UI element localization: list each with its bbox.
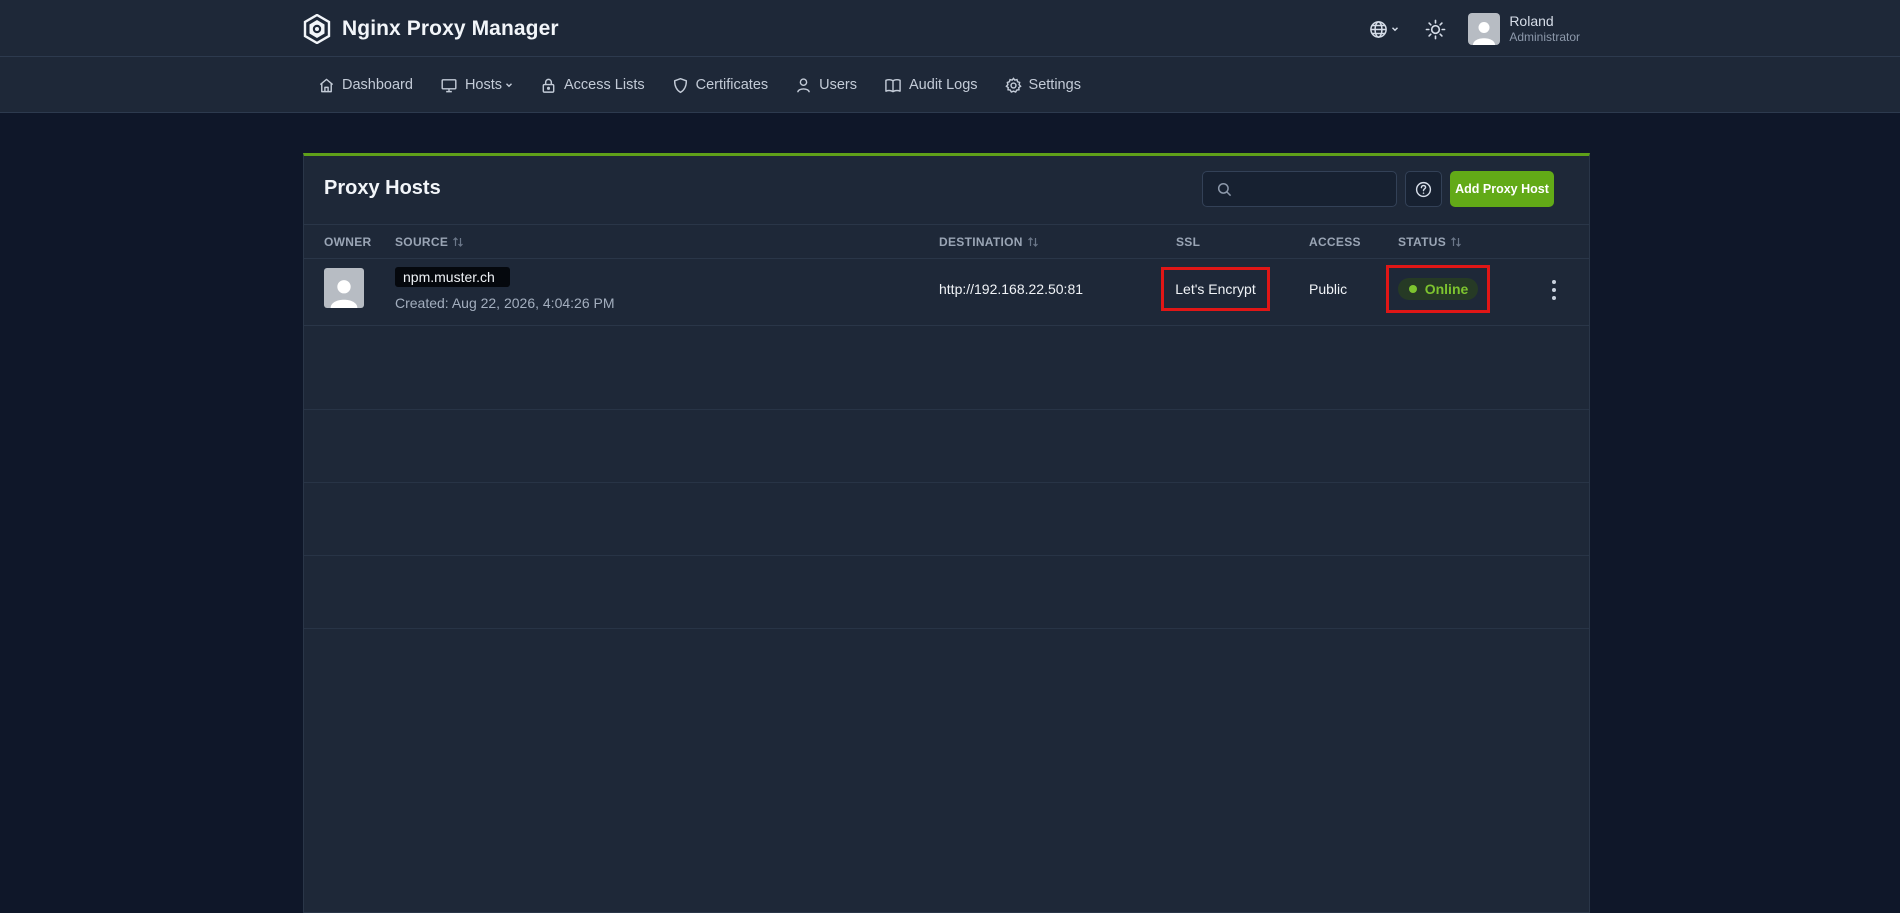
table-row: npm.muster.ch Created: Aug 22, 2026, 4:0…: [304, 259, 1589, 326]
chevron-down-icon: [506, 83, 513, 88]
column-header-label: ACCESS: [1309, 235, 1361, 249]
kebab-dot-icon: [1552, 280, 1556, 284]
user-menu[interactable]: Roland Administrator: [1468, 13, 1580, 45]
status-cell: Online: [1386, 265, 1490, 313]
main-nav: Dashboard Hosts Access Lists Certificate…: [0, 57, 1900, 113]
kebab-dot-icon: [1552, 296, 1556, 300]
row-actions-menu[interactable]: [1546, 278, 1562, 302]
sun-icon: [1425, 19, 1446, 39]
nav-item-label: Dashboard: [342, 77, 413, 93]
user-info: Roland Administrator: [1509, 13, 1580, 45]
destination-url: http://192.168.22.50:81: [939, 281, 1084, 297]
source-domain-link[interactable]: npm.muster.ch: [395, 267, 510, 287]
sort-icon: [1451, 237, 1461, 247]
user-icon: [797, 77, 811, 93]
table-header: OWNER SOURCE DESTINATION SSL ACCESS STAT…: [304, 225, 1589, 259]
table-divider: [304, 555, 1589, 556]
monitor-icon: [441, 78, 457, 92]
page-title: Proxy Hosts: [324, 177, 441, 199]
table-divider: [304, 628, 1589, 629]
book-icon: [885, 78, 901, 92]
sort-icon: [1027, 237, 1038, 247]
ssl-provider: Let's Encrypt: [1161, 267, 1270, 311]
nav-items: Dashboard Hosts Access Lists Certificate…: [318, 57, 1108, 113]
sort-icon: [453, 237, 464, 247]
column-header-label: DESTINATION: [939, 235, 1023, 249]
nav-item-dashboard[interactable]: Dashboard: [318, 77, 413, 94]
user-silhouette-icon: [330, 280, 358, 308]
table-divider: [304, 482, 1589, 483]
header-actions: Roland Administrator: [1369, 12, 1580, 46]
status-label: Online: [1424, 281, 1469, 297]
column-header-source[interactable]: SOURCE: [395, 235, 464, 249]
nav-item-label: Hosts: [464, 77, 503, 93]
nav-item-label: Users: [819, 77, 858, 93]
status-badge: Online: [1397, 278, 1479, 300]
user-role: Administrator: [1509, 30, 1580, 44]
column-header-label: OWNER: [324, 235, 372, 249]
user-name: Roland: [1509, 13, 1554, 29]
card-header: Proxy Hosts Add Proxy Host: [304, 156, 1589, 225]
ssl-label: Let's Encrypt: [1175, 281, 1256, 297]
column-header-access: ACCESS: [1309, 235, 1361, 249]
gear-icon: [1004, 76, 1022, 93]
column-header-ssl: SSL: [1176, 235, 1200, 249]
avatar: [1468, 13, 1501, 45]
search-icon: [1217, 182, 1232, 196]
nav-item-label: Audit Logs: [909, 77, 978, 93]
column-header-status[interactable]: STATUS: [1398, 235, 1462, 249]
table-divider: [304, 409, 1589, 410]
app-logo-icon: [303, 14, 331, 44]
kebab-dot-icon: [1552, 288, 1556, 292]
nav-item-users[interactable]: Users: [795, 77, 857, 94]
chevron-down-icon: [1392, 27, 1399, 32]
theme-toggle[interactable]: [1425, 19, 1446, 40]
created-date: Created: Aug 22, 2026, 4:04:26 PM: [395, 295, 615, 311]
app-title: Nginx Proxy Manager: [342, 17, 559, 40]
shield-icon: [673, 77, 687, 93]
nav-item-label: Access Lists: [564, 77, 645, 93]
nav-item-label: Settings: [1028, 77, 1081, 93]
language-selector[interactable]: [1369, 20, 1399, 39]
owner-avatar: [324, 268, 364, 308]
lock-icon: [542, 78, 555, 93]
nav-item-certificates[interactable]: Certificates: [672, 77, 769, 94]
access-value: Public: [1309, 281, 1348, 297]
column-header-label: SSL: [1176, 235, 1201, 249]
status-dot-icon: [1408, 285, 1417, 293]
nav-item-hosts[interactable]: Hosts: [440, 77, 513, 94]
proxy-hosts-card: Proxy Hosts Add Proxy Host OWNER SOURCE: [303, 153, 1590, 913]
globe-icon: [1370, 20, 1388, 38]
search-box[interactable]: [1202, 171, 1397, 207]
column-header-label: STATUS: [1398, 235, 1447, 249]
help-button[interactable]: [1405, 171, 1442, 207]
help-icon: [1415, 181, 1432, 197]
home-icon: [319, 78, 334, 92]
nav-item-audit-logs[interactable]: Audit Logs: [884, 77, 978, 94]
nav-item-label: Certificates: [695, 77, 769, 93]
column-header-owner: OWNER: [324, 235, 372, 249]
column-header-label: SOURCE: [395, 235, 449, 249]
add-proxy-host-button[interactable]: Add Proxy Host: [1450, 171, 1554, 207]
brand[interactable]: Nginx Proxy Manager: [302, 12, 559, 46]
user-silhouette-icon: [1473, 22, 1496, 45]
nav-item-access-lists[interactable]: Access Lists: [540, 77, 645, 94]
nav-item-settings[interactable]: Settings: [1004, 76, 1081, 94]
top-header: Nginx Proxy Manager Roland Administrator: [0, 0, 1900, 57]
search-input[interactable]: [1240, 180, 1380, 198]
column-header-destination[interactable]: DESTINATION: [939, 235, 1039, 249]
